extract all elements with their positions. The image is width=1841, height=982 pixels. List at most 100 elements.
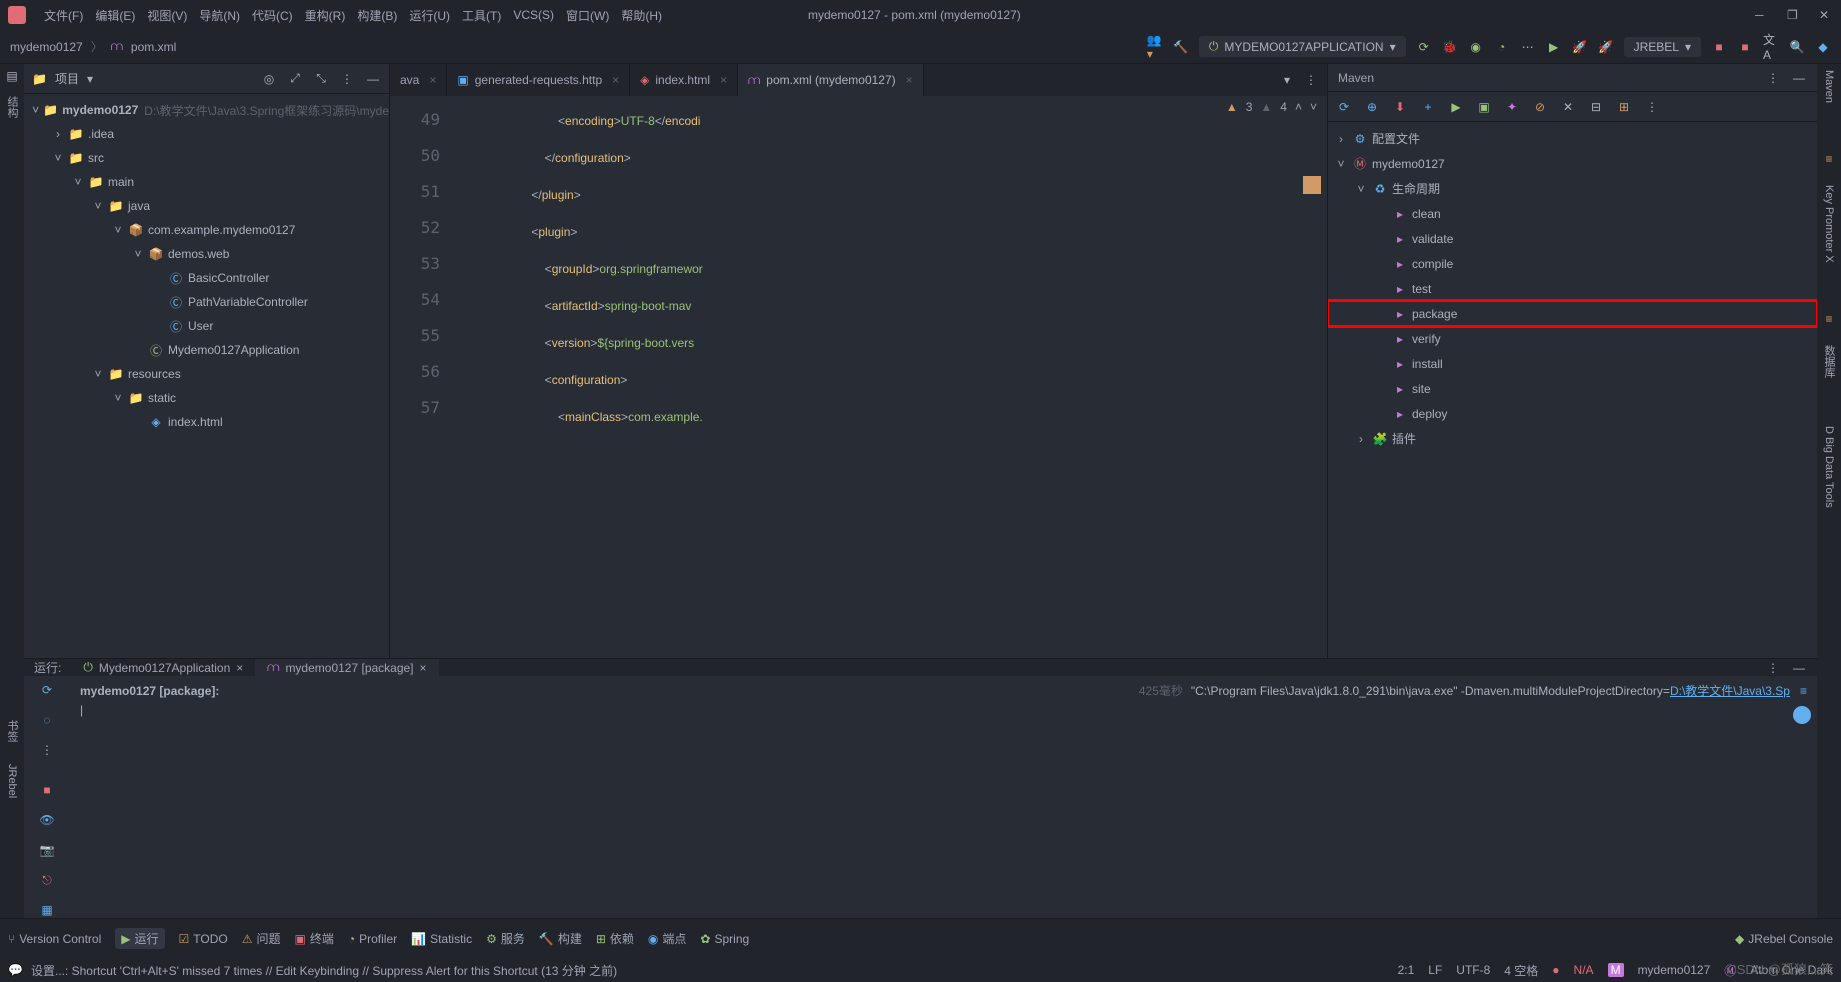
tree-package[interactable]: ˅ 📦 com.example.mydemo0127 — [24, 218, 389, 242]
translate-icon[interactable]: 文A — [1763, 39, 1779, 55]
bb-jrebel-console[interactable]: ◆JRebel Console — [1735, 932, 1833, 946]
menu-file[interactable]: 文件(F) — [38, 7, 89, 24]
more-icon[interactable]: ⋮ — [1765, 70, 1781, 86]
tree-demos[interactable]: ˅ 📦 demos.web — [24, 242, 389, 266]
more-vert-icon[interactable]: ⋮ — [39, 742, 55, 758]
status-message[interactable]: 设置...: Shortcut 'Ctrl+Alt+S' missed 7 ti… — [31, 962, 617, 979]
target-icon[interactable]: ◎ — [261, 71, 277, 87]
collapse-icon[interactable]: ⤡ — [313, 71, 329, 87]
menu-help[interactable]: 帮助(H) — [615, 7, 668, 24]
more-icon[interactable]: ⋮ — [1765, 660, 1781, 676]
menu-window[interactable]: 窗口(W) — [560, 7, 615, 24]
hammer-icon[interactable]: 🔨 — [1173, 39, 1189, 55]
stop-icon[interactable]: ■ — [39, 782, 55, 798]
play-icon[interactable]: ▶ — [1546, 39, 1562, 55]
jrebel-select[interactable]: JREBEL ▾ — [1624, 37, 1701, 57]
tree-main[interactable]: ˅ 📁 main — [24, 170, 389, 194]
expand-icon[interactable]: ⤢ — [287, 71, 303, 87]
rocket-icon[interactable]: 🚀 — [1572, 39, 1588, 55]
tree-basiccontroller[interactable]: Ⓒ BasicController — [24, 266, 389, 290]
codewithme-icon[interactable]: 👥▾ — [1147, 39, 1163, 55]
breadcrumb-project[interactable]: mydemo0127 — [10, 40, 83, 54]
menu-nav[interactable]: 导航(N) — [193, 7, 246, 24]
project-stripe-icon[interactable]: ▤ — [4, 68, 20, 84]
maven-stripe[interactable]: Maven — [1823, 70, 1835, 103]
bb-build[interactable]: 🔨构建 — [539, 930, 582, 947]
structure-stripe[interactable]: 结构 — [4, 96, 20, 118]
output-link[interactable]: D:\教学文件\Java\3.Sp — [1670, 682, 1790, 699]
bb-run[interactable]: ▶运行 — [115, 928, 164, 949]
tree-application[interactable]: Ⓒ Mydemo0127Application — [24, 338, 389, 362]
search-icon[interactable]: 🔍 — [1789, 39, 1805, 55]
jrebel-stripe[interactable]: JRebel — [6, 764, 18, 798]
tree-src[interactable]: ˅ 📁 src — [24, 146, 389, 170]
reload-icon[interactable]: ⟳ — [1336, 99, 1352, 115]
maven-goal-deploy[interactable]: ▸deploy — [1328, 401, 1817, 426]
collapse-all-icon[interactable]: ⊟ — [1588, 99, 1604, 115]
event-log-icon[interactable]: 💬 — [8, 963, 23, 977]
menu-build[interactable]: 构建(B) — [351, 7, 403, 24]
chevron-down-icon[interactable]: ▾ — [87, 72, 93, 86]
maven-profiles[interactable]: › ⚙ 配置文件 — [1328, 126, 1817, 151]
menu-edit[interactable]: 编辑(E) — [89, 7, 141, 24]
close-icon[interactable]: × — [420, 661, 427, 675]
close-icon[interactable]: × — [612, 73, 619, 87]
generate-icon[interactable]: ⊕ — [1364, 99, 1380, 115]
menu-view[interactable]: 视图(V) — [141, 7, 193, 24]
add-icon[interactable]: + — [1420, 99, 1436, 115]
bb-vcs[interactable]: ⑂Version Control — [8, 932, 101, 946]
bb-services[interactable]: ⚙服务 — [486, 930, 525, 947]
bookmarks-stripe[interactable]: 书签 — [4, 720, 20, 742]
download-icon[interactable]: ⬇ — [1392, 99, 1408, 115]
stop-icon[interactable]: ■ — [1711, 39, 1727, 55]
tree-root[interactable]: ˅ 📁 mydemo0127 D:\教学文件\Java\3.Spring框架练习… — [24, 98, 389, 122]
more-icon[interactable]: ⋮ — [1644, 99, 1660, 115]
execute-icon[interactable]: ▣ — [1476, 99, 1492, 115]
codota-stripe[interactable]: 数据库 — [1821, 345, 1837, 378]
tree-indexhtml[interactable]: ◈ index.html — [24, 410, 389, 434]
rerun-icon[interactable]: ⟳ — [39, 682, 55, 698]
stop2-icon[interactable]: ■ — [1737, 39, 1753, 55]
keypromoter-stripe[interactable]: Key Promoter X — [1823, 185, 1835, 263]
tab-html[interactable]: ◈ index.html × — [630, 64, 738, 96]
play-icon[interactable]: ▶ — [1448, 99, 1464, 115]
status-indent[interactable]: 4 空格 — [1504, 962, 1538, 979]
more-icon[interactable]: ⋮ — [1303, 72, 1319, 88]
breadcrumb-marker-icon[interactable] — [1303, 176, 1321, 194]
close-icon[interactable]: × — [906, 73, 913, 87]
run-output[interactable]: mydemo0127 [package]: 425毫秒 "C:\Program … — [70, 676, 1817, 948]
bb-deps[interactable]: ⊞依赖 — [596, 930, 634, 947]
hide-icon[interactable]: — — [1791, 660, 1807, 676]
menu-refactor[interactable]: 重构(R) — [299, 7, 352, 24]
skip-tests-icon[interactable]: ⊘ — [1532, 99, 1548, 115]
tree-user[interactable]: Ⓒ User — [24, 314, 389, 338]
toggle-icon[interactable]: ✦ — [1504, 99, 1520, 115]
maven-goal-validate[interactable]: ▸validate — [1328, 226, 1817, 251]
status-project[interactable]: mydemo0127 — [1638, 963, 1711, 977]
run-tab-package[interactable]: ⩋ mydemo0127 [package] × — [255, 659, 438, 676]
maven-plugins[interactable]: › 🧩 插件 — [1328, 426, 1817, 451]
bb-profiler[interactable]: ◔Profiler — [348, 932, 397, 946]
tree-static[interactable]: ˅ 📁 static — [24, 386, 389, 410]
hide-icon[interactable]: — — [365, 71, 381, 87]
tab-http[interactable]: ▣ generated-requests.http × — [447, 64, 630, 96]
tab-java[interactable]: ava × — [390, 64, 447, 96]
close-icon[interactable]: × — [429, 73, 436, 87]
menu-tools[interactable]: 工具(T) — [456, 7, 507, 24]
view-icon[interactable]: 👁 — [39, 812, 55, 828]
db-stripe-icon[interactable]: ≡ — [1821, 311, 1837, 327]
hide-icon[interactable]: — — [1791, 70, 1807, 86]
maven-project[interactable]: ˅ Ⓜ mydemo0127 — [1328, 151, 1817, 176]
breadcrumb-file[interactable]: pom.xml — [131, 40, 176, 54]
menu-run[interactable]: 运行(U) — [403, 7, 456, 24]
rocket2-icon[interactable]: 🚀 — [1598, 39, 1614, 55]
menu-code[interactable]: 代码(C) — [246, 7, 299, 24]
minimize-icon[interactable]: ─ — [1755, 8, 1769, 22]
tree-idea[interactable]: › 📁 .idea — [24, 122, 389, 146]
bb-statistic[interactable]: 📊Statistic — [411, 932, 472, 946]
maven-goal-verify[interactable]: ▸verify — [1328, 326, 1817, 351]
soft-wrap-icon[interactable]: ≡ — [1800, 684, 1807, 698]
bb-terminal[interactable]: ▣终端 — [295, 930, 334, 947]
maven-goal-site[interactable]: ▸site — [1328, 376, 1817, 401]
tree-java[interactable]: ˅ 📁 java — [24, 194, 389, 218]
